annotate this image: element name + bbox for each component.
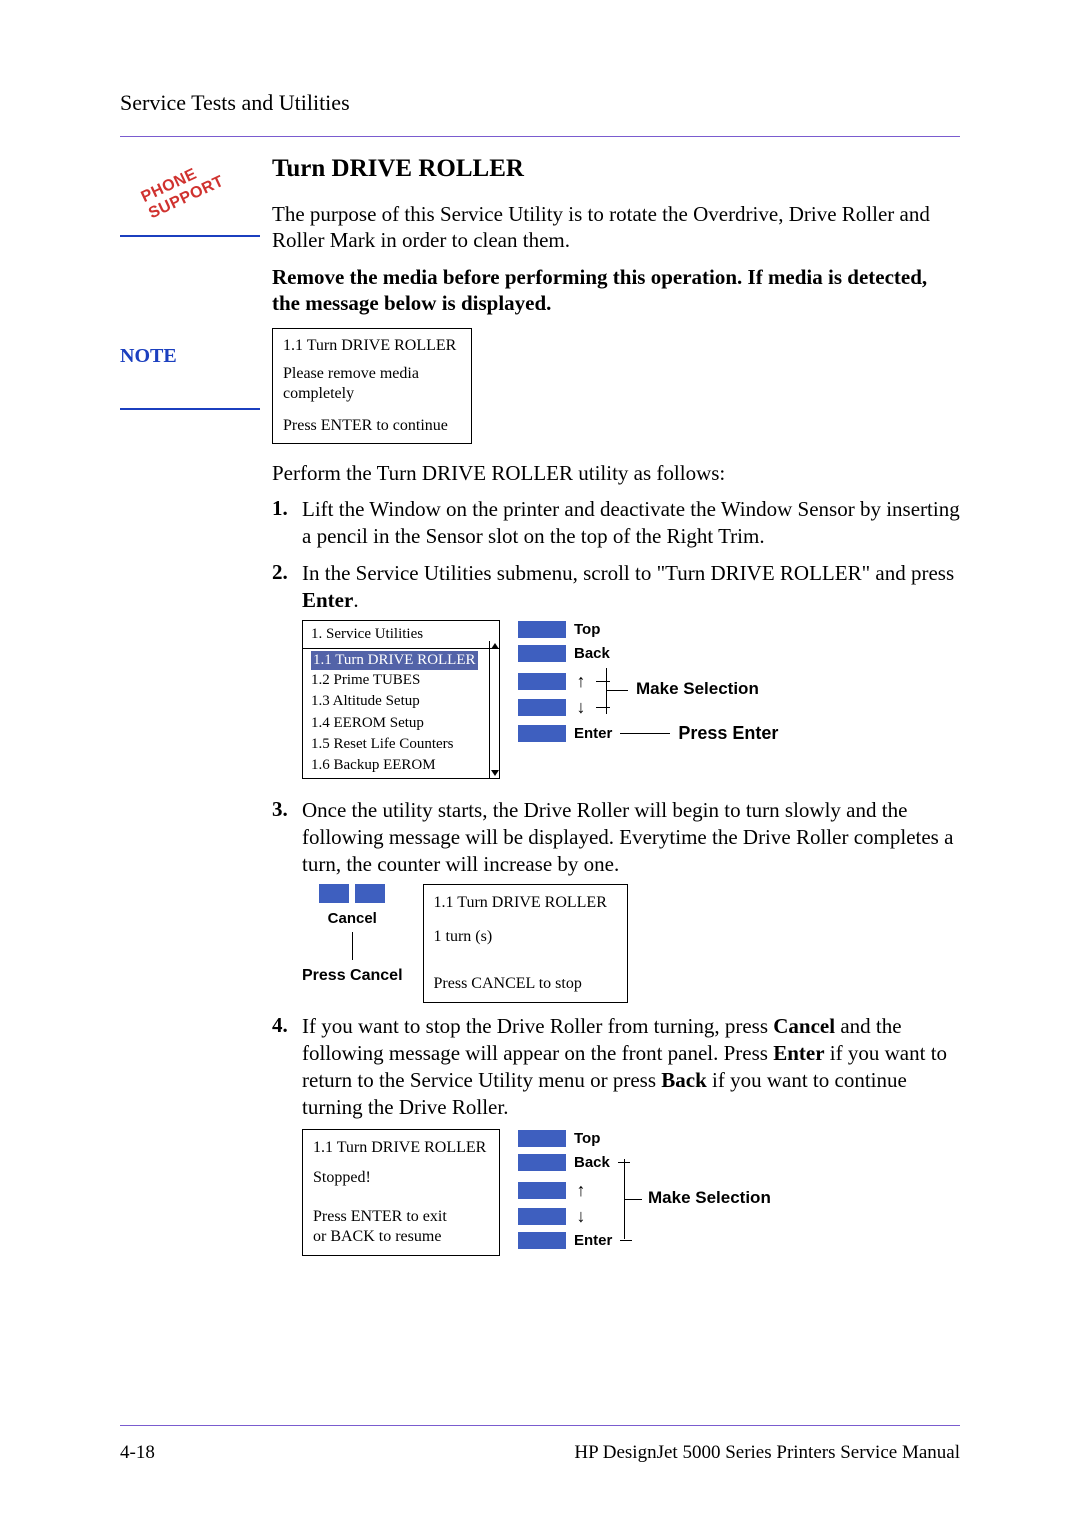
- step-text: If you want to stop the Drive Roller fro…: [302, 1013, 960, 1264]
- footer-rule: [120, 1425, 960, 1426]
- lcd-menu-panel: 1. Service Utilities 1.1 Turn DRIVE ROLL…: [302, 620, 500, 779]
- up-arrow-icon: ↑: [574, 670, 588, 693]
- lcd-menu-item: 1.2 Prime TUBES: [311, 670, 499, 691]
- down-button[interactable]: [518, 699, 566, 716]
- step-item: 2. In the Service Utilities submenu, scr…: [272, 560, 960, 787]
- connector-icon: [596, 681, 610, 682]
- step-number: 4.: [272, 1013, 302, 1264]
- cancel-legend: Cancel Press Cancel: [302, 884, 403, 987]
- lcd-line: or BACK to resume: [313, 1227, 489, 1247]
- step-text: In the Service Utilities submenu, scroll…: [302, 560, 960, 787]
- step-text: Lift the Window on the printer and deact…: [302, 496, 960, 550]
- lcd-line: Press ENTER to exit: [313, 1207, 489, 1227]
- connector-icon: [606, 690, 628, 691]
- btn-label: Back: [574, 644, 610, 663]
- btn-label: Enter: [574, 724, 612, 743]
- down-arrow-icon: ↓: [574, 696, 588, 719]
- connector-icon: [352, 932, 353, 960]
- lcd-menu-item-selected: 1.1 Turn DRIVE ROLLER: [311, 651, 478, 670]
- step-number: 1.: [272, 496, 302, 550]
- top-button[interactable]: [518, 1130, 566, 1147]
- note-body-bold: Remove the media before performing this …: [272, 264, 960, 317]
- lcd-menu-item: 1.3 Altitude Setup: [311, 691, 499, 712]
- note-rule-bottom: [120, 408, 260, 410]
- press-enter-label: Press Enter: [678, 722, 778, 745]
- make-selection-label: Make Selection: [636, 678, 759, 700]
- bracket-icon: [606, 668, 607, 714]
- nav-legend: Top Back ↑: [518, 620, 768, 742]
- manual-title: HP DesignJet 5000 Series Printers Servic…: [574, 1442, 960, 1464]
- step-number: 3.: [272, 797, 302, 1003]
- back-button[interactable]: [518, 1154, 566, 1171]
- up-button[interactable]: [518, 673, 566, 690]
- connector-icon: [620, 733, 670, 734]
- main-column: Turn DRIVE ROLLER The purpose of this Se…: [272, 137, 960, 1274]
- note-label: NOTE: [120, 345, 177, 368]
- page-number: 4-18: [120, 1442, 155, 1464]
- page-footer: 4-18 HP DesignJet 5000 Series Printers S…: [120, 1405, 960, 1464]
- step-item: 3. Once the utility starts, the Drive Ro…: [272, 797, 960, 1003]
- lcd-panel-stopped: 1.1 Turn DRIVE ROLLER Stopped! Press ENT…: [302, 1129, 500, 1257]
- cancel-button[interactable]: [319, 884, 349, 903]
- up-arrow-icon: ↑: [574, 1179, 588, 1202]
- btn-label: Top: [574, 1129, 600, 1148]
- perform-intro: Perform the Turn DRIVE ROLLER utility as…: [272, 460, 960, 486]
- up-button[interactable]: [518, 1182, 566, 1199]
- lcd-menu-body: 1.1 Turn DRIVE ROLLER 1.2 Prime TUBES 1.…: [303, 648, 499, 778]
- lcd-panel-remove-media: 1.1 Turn DRIVE ROLLER Please remove medi…: [272, 328, 472, 444]
- lcd-menu-item: 1.5 Reset Life Counters: [311, 734, 499, 755]
- enter-button[interactable]: [518, 725, 566, 742]
- cancel-button[interactable]: [355, 884, 385, 903]
- top-button[interactable]: [518, 621, 566, 638]
- lcd-line: 1.1 Turn DRIVE ROLLER: [313, 1138, 489, 1158]
- lcd-line: Please remove media: [283, 365, 461, 383]
- running-header: Service Tests and Utilities: [120, 90, 960, 116]
- lcd-line: completely: [283, 385, 461, 403]
- step-item: 4. If you want to stop the Drive Roller …: [272, 1013, 960, 1264]
- lcd-line: Stopped!: [313, 1168, 489, 1188]
- lcd-menu-item: 1.6 Backup EEROM: [311, 755, 499, 776]
- step-number: 2.: [272, 560, 302, 787]
- down-button[interactable]: [518, 1208, 566, 1225]
- step-text: Once the utility starts, the Drive Rolle…: [302, 797, 960, 1003]
- connector-icon: [596, 707, 610, 708]
- lcd-line: 1.1 Turn DRIVE ROLLER: [434, 893, 617, 913]
- lcd-line: Press ENTER to continue: [283, 417, 461, 435]
- make-selection-label: Make Selection: [648, 1187, 771, 1209]
- lcd-line: 1.1 Turn DRIVE ROLLER: [283, 337, 461, 355]
- lcd-menu-item: 1.4 EEROM Setup: [311, 713, 499, 734]
- step-item: 1. Lift the Window on the printer and de…: [272, 496, 960, 550]
- connector-icon: [624, 1199, 642, 1200]
- btn-label: Back: [574, 1153, 610, 1172]
- btn-label: Cancel: [328, 909, 377, 928]
- down-arrow-icon: ↓: [574, 1205, 588, 1228]
- lcd-line: Press CANCEL to stop: [434, 974, 617, 994]
- note-rule-top: [120, 235, 260, 237]
- intro-paragraph: The purpose of this Service Utility is t…: [272, 201, 960, 254]
- lcd-panel-turns: 1.1 Turn DRIVE ROLLER 1 turn (s) Press C…: [423, 884, 628, 1003]
- back-button[interactable]: [518, 645, 566, 662]
- phone-support-stamp: PHONE SUPPORT: [139, 135, 274, 223]
- enter-button[interactable]: [518, 1232, 566, 1249]
- connector-icon: [620, 1240, 632, 1241]
- step-list: 1. Lift the Window on the printer and de…: [272, 496, 960, 1264]
- btn-label: Top: [574, 620, 600, 639]
- lcd-line: 1 turn (s): [434, 927, 617, 947]
- lcd-menu-header: 1. Service Utilities: [303, 621, 499, 648]
- section-title: Turn DRIVE ROLLER: [272, 155, 960, 183]
- press-cancel-label: Press Cancel: [302, 966, 403, 986]
- btn-label: Enter: [574, 1231, 612, 1250]
- nav-legend: Top Back ↑: [518, 1129, 768, 1251]
- lcd-scrollbar-icon: [489, 641, 499, 778]
- margin-column: PHONE SUPPORT NOTE: [120, 137, 272, 1274]
